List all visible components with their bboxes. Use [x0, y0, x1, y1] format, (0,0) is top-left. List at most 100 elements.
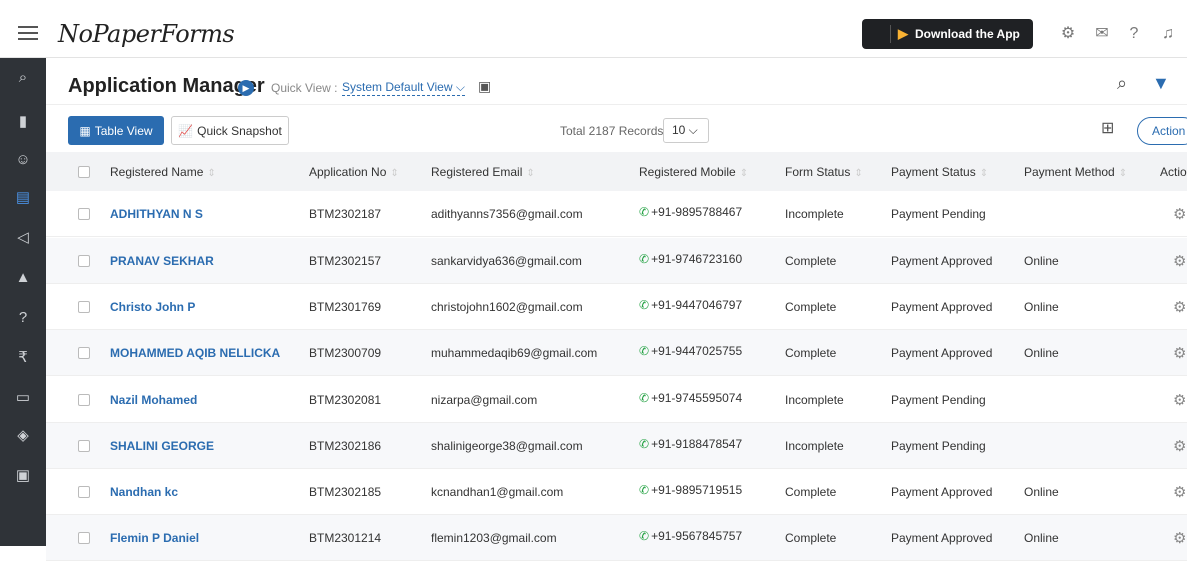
download-app-label: Download the App — [915, 27, 1020, 41]
registered-name-link[interactable]: ADHITHYAN N S — [110, 207, 203, 221]
payment-status: Payment Approved — [891, 300, 993, 314]
form-status: Incomplete — [785, 439, 844, 453]
table-row[interactable]: SHALINI GEORGE BTM2302186 shalinigeorge3… — [46, 423, 1187, 469]
application-no: BTM2302081 — [309, 393, 382, 407]
row-settings-icon[interactable]: ⚙ — [1173, 483, 1186, 501]
payment-status: Payment Approved — [891, 531, 993, 545]
sidebar-analytics-icon[interactable]: ▮ — [0, 108, 46, 136]
filter-icon[interactable]: ▼ — [1152, 73, 1170, 94]
row-settings-icon[interactable]: ⚙ — [1173, 205, 1186, 223]
select-all-checkbox[interactable] — [78, 166, 90, 178]
column-settings-icon[interactable]: ⊞ — [1101, 118, 1114, 138]
table-row[interactable]: Nazil Mohamed BTM2302081 nizarpa@gmail.c… — [46, 377, 1187, 423]
table-row[interactable]: Nandhan kc BTM2302185 kcnandhan1@gmail.c… — [46, 469, 1187, 515]
row-settings-icon[interactable]: ⚙ — [1173, 391, 1186, 409]
application-no: BTM2302185 — [309, 485, 382, 499]
row-checkbox[interactable] — [78, 440, 90, 452]
row-checkbox[interactable] — [78, 532, 90, 544]
table-view-button[interactable]: ▦ Table View — [68, 116, 164, 145]
per-page-select[interactable]: 10 ⌵ — [663, 118, 709, 143]
form-status: Incomplete — [785, 393, 844, 407]
payment-status: Payment Approved — [891, 485, 993, 499]
app-logo[interactable]: NoPaperForms — [58, 20, 235, 48]
payment-status: Payment Pending — [891, 439, 986, 453]
registered-name-link[interactable]: Nandhan kc — [110, 485, 178, 499]
sidebar-payment-icon[interactable]: ₹ — [0, 344, 46, 372]
registered-mobile[interactable]: ✆ +91-9746723160 — [639, 252, 742, 266]
table-row[interactable]: Christo John P BTM2301769 christojohn160… — [46, 284, 1187, 330]
sidebar-applications-icon[interactable]: ▤ — [0, 184, 46, 212]
sidebar-campaign-icon[interactable]: ◁ — [0, 224, 46, 252]
bell-icon[interactable]: ♫ — [1158, 24, 1178, 44]
payment-status: Payment Approved — [891, 346, 993, 360]
registered-mobile[interactable]: ✆ +91-9895719515 — [639, 483, 742, 497]
col-payment-status[interactable]: Payment Status ⇕ — [891, 165, 988, 179]
table-row[interactable]: MOHAMMED AQIB NELLICKA BTM2300709 muhamm… — [46, 330, 1187, 376]
col-registered-mobile[interactable]: Registered Mobile ⇕ — [639, 165, 748, 179]
form-status: Complete — [785, 346, 837, 360]
row-checkbox[interactable] — [78, 208, 90, 220]
col-payment-method[interactable]: Payment Method ⇕ — [1024, 165, 1127, 179]
sidebar-help-icon[interactable]: ? — [0, 304, 46, 332]
sidebar-id-card-icon[interactable]: ▣ — [0, 462, 46, 490]
col-form-status[interactable]: Form Status ⇕ — [785, 165, 863, 179]
registered-name-link[interactable]: SHALINI GEORGE — [110, 439, 214, 453]
row-checkbox[interactable] — [78, 347, 90, 359]
row-checkbox[interactable] — [78, 301, 90, 313]
registered-mobile[interactable]: ✆ +91-9447046797 — [639, 298, 742, 312]
play-circle-icon[interactable]: ▶ — [238, 80, 254, 96]
registered-mobile[interactable]: ✆ +91-9745595074 — [639, 391, 742, 405]
registered-name-link[interactable]: PRANAV SEKHAR — [110, 254, 214, 268]
application-no: BTM2302157 — [309, 254, 382, 268]
registered-mobile[interactable]: ✆ +91-9567845757 — [639, 529, 742, 543]
row-settings-icon[interactable]: ⚙ — [1173, 298, 1186, 316]
registered-mobile[interactable]: ✆ +91-9895788467 — [639, 205, 742, 219]
payment-status: Payment Approved — [891, 254, 993, 268]
application-no: BTM2302187 — [309, 207, 382, 221]
whatsapp-icon: ✆ — [639, 298, 650, 312]
settings-icon[interactable]: ⚙ — [1058, 24, 1078, 44]
search-icon[interactable]: ⌕ — [1117, 73, 1127, 94]
row-settings-icon[interactable]: ⚙ — [1173, 437, 1186, 455]
registered-name-link[interactable]: Nazil Mohamed — [110, 393, 197, 407]
registered-mobile[interactable]: ✆ +91-9447025755 — [639, 344, 742, 358]
row-checkbox[interactable] — [78, 255, 90, 267]
sidebar-search-icon[interactable]: ⌕ — [0, 64, 46, 92]
save-icon[interactable]: ▣ — [478, 78, 494, 94]
sidebar-user-icon[interactable]: ☺ — [0, 146, 46, 174]
registered-name-link[interactable]: MOHAMMED AQIB NELLICKA — [110, 346, 280, 360]
top-bar: NoPaperForms ▶ Download the App ⚙ ✉ ? ♫ — [0, 0, 1187, 58]
col-application-no[interactable]: Application No ⇕ — [309, 165, 399, 179]
menu-icon[interactable] — [18, 26, 38, 40]
announcement-icon[interactable]: ✉ — [1092, 24, 1112, 44]
sidebar-card-icon[interactable]: ▭ — [0, 384, 46, 412]
form-status: Complete — [785, 531, 837, 545]
sidebar-shield-icon[interactable]: ◈ — [0, 422, 46, 450]
play-store-icon: ▶ — [898, 26, 908, 41]
row-checkbox[interactable] — [78, 486, 90, 498]
quick-snapshot-button[interactable]: 📈 Quick Snapshot — [171, 116, 289, 145]
form-status: Complete — [785, 254, 837, 268]
registered-mobile[interactable]: ✆ +91-9188478547 — [639, 437, 742, 451]
quick-view-dropdown[interactable]: System Default View ⌵ — [342, 80, 465, 96]
table-row[interactable]: ADHITHYAN N S BTM2302187 adithyanns7356@… — [46, 191, 1187, 237]
download-app-button[interactable]: ▶ Download the App — [862, 19, 1033, 49]
row-checkbox[interactable] — [78, 394, 90, 406]
table-row[interactable]: PRANAV SEKHAR BTM2302157 sankarvidya636@… — [46, 238, 1187, 284]
action-button[interactable]: Action — [1137, 117, 1187, 145]
application-no: BTM2302186 — [309, 439, 382, 453]
whatsapp-icon: ✆ — [639, 437, 650, 451]
help-icon[interactable]: ? — [1124, 24, 1144, 44]
payment-status: Payment Pending — [891, 393, 986, 407]
col-registered-name[interactable]: Registered Name ⇕ — [110, 165, 216, 179]
col-registered-email[interactable]: Registered Email ⇕ — [431, 165, 535, 179]
row-settings-icon[interactable]: ⚙ — [1173, 344, 1186, 362]
sidebar-reports-icon[interactable]: ▲ — [0, 264, 46, 292]
payment-method: Online — [1024, 300, 1059, 314]
registered-name-link[interactable]: Christo John P — [110, 300, 195, 314]
registered-name-link[interactable]: Flemin P Daniel — [110, 531, 199, 545]
row-settings-icon[interactable]: ⚙ — [1173, 529, 1186, 547]
table-row[interactable]: Flemin P Daniel BTM2301214 flemin1203@gm… — [46, 515, 1187, 561]
row-settings-icon[interactable]: ⚙ — [1173, 252, 1186, 270]
payment-method: Online — [1024, 254, 1059, 268]
